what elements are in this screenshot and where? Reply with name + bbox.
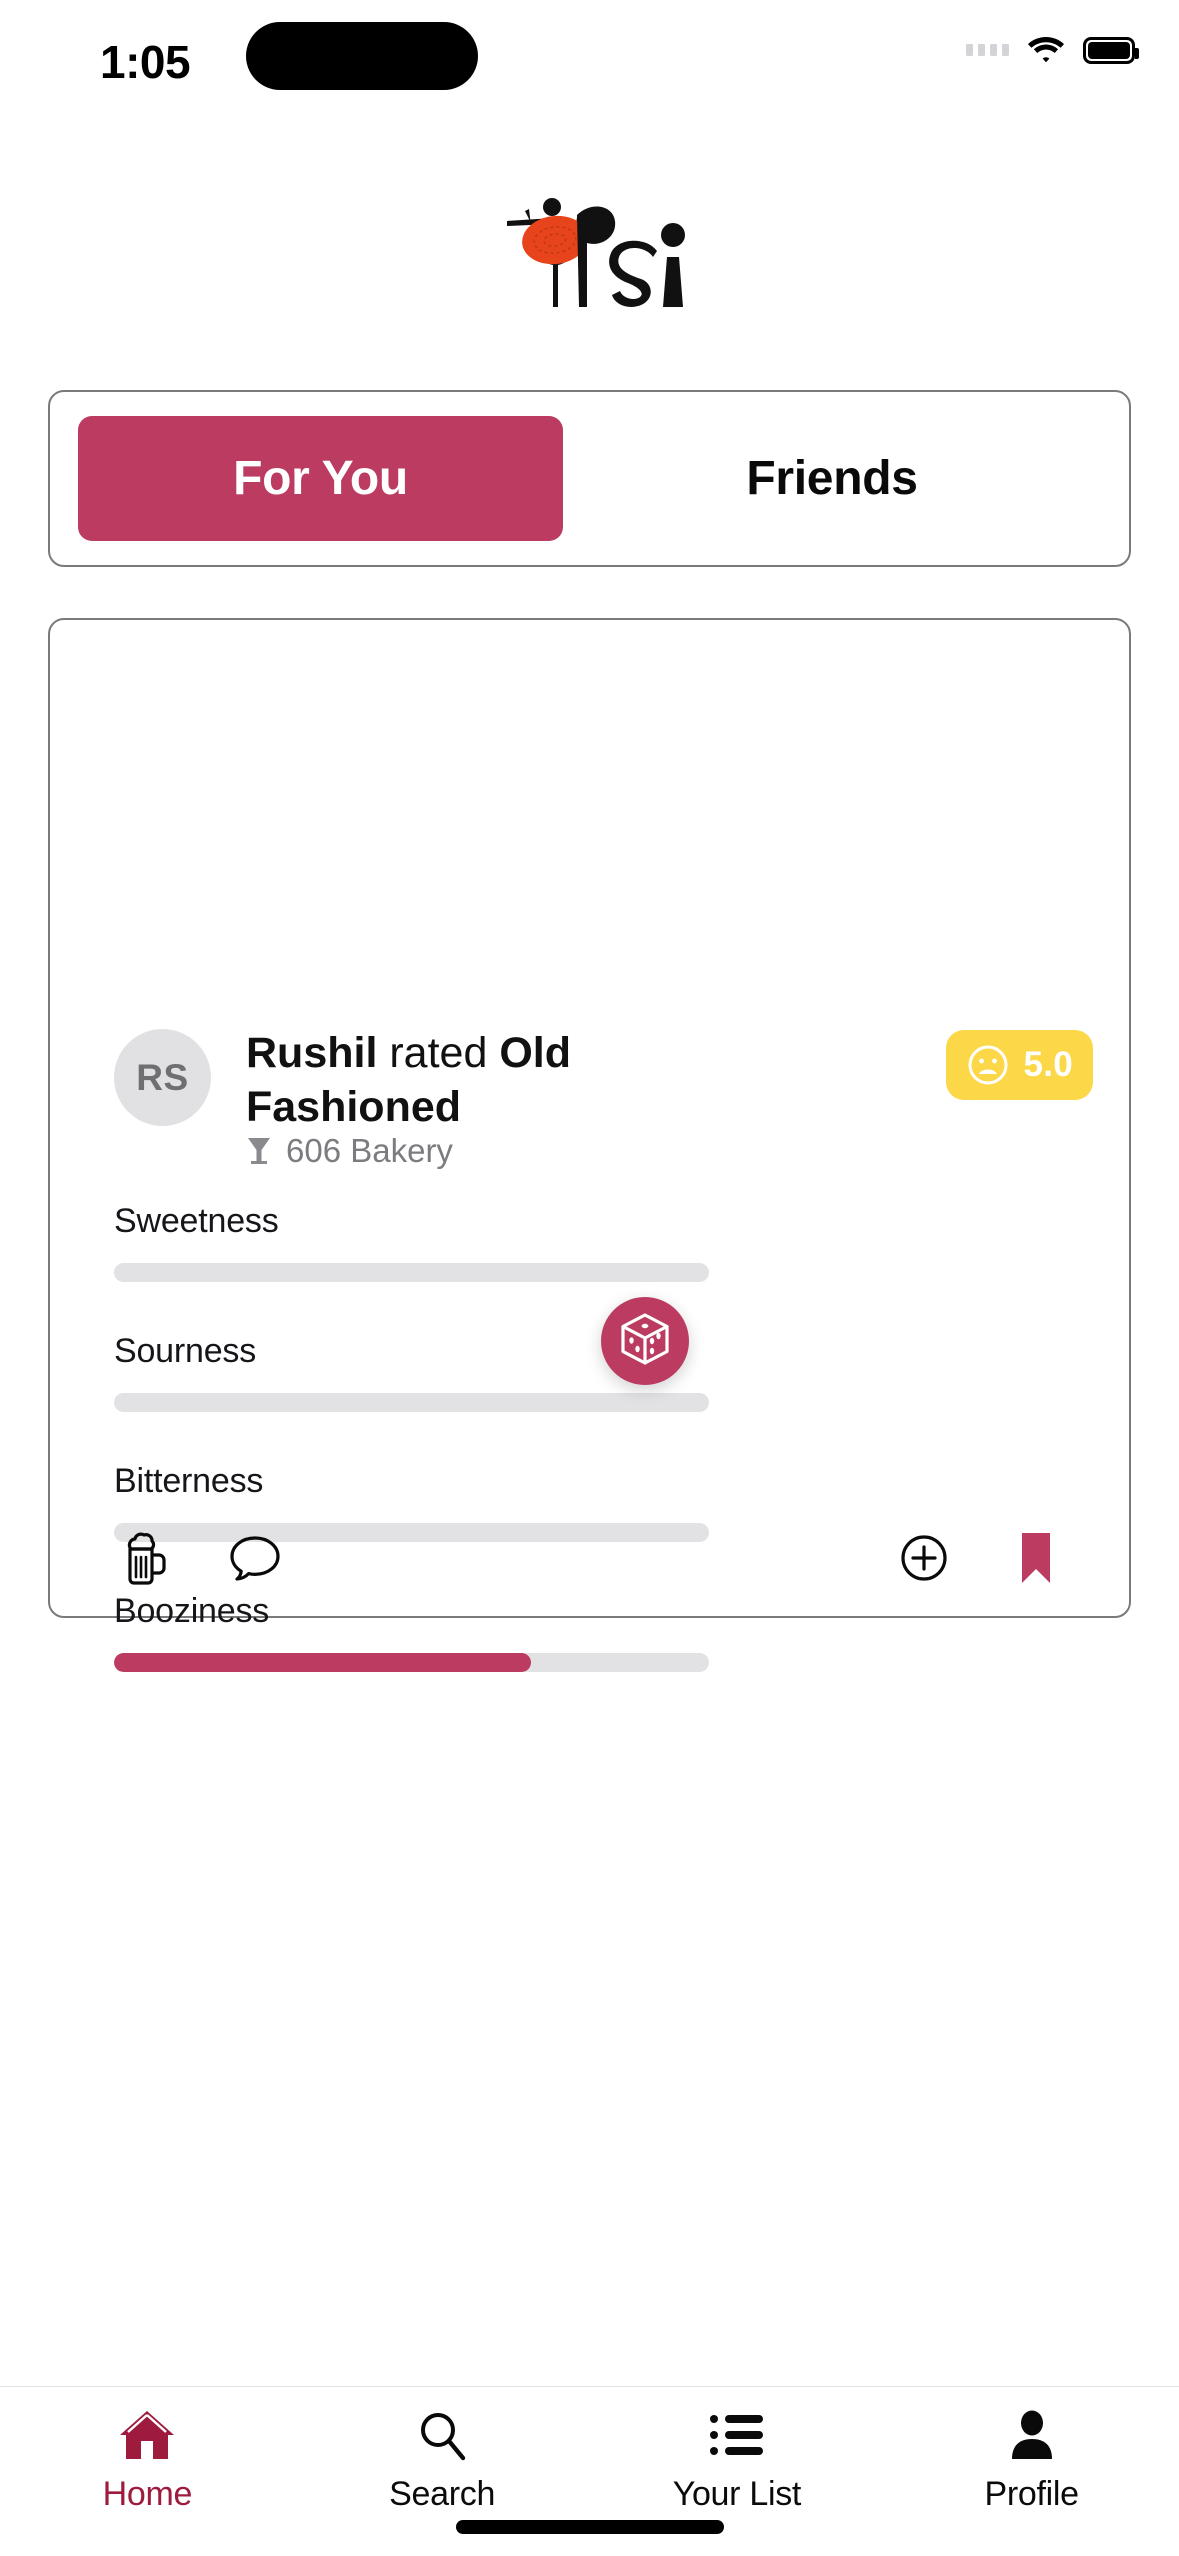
nav-label-search: Search bbox=[389, 2475, 495, 2514]
tab-for-you[interactable]: For You bbox=[78, 416, 563, 541]
attribute-row: Booziness bbox=[114, 1592, 709, 1672]
attribute-list: Sweetness Sourness Bitterness Booziness bbox=[114, 1202, 709, 1722]
list-icon bbox=[709, 2407, 765, 2463]
card-venue[interactable]: 606 Bakery bbox=[246, 1132, 453, 1170]
attribute-label: Sweetness bbox=[114, 1202, 709, 1241]
score-badge: 5.0 bbox=[946, 1030, 1093, 1100]
search-icon bbox=[415, 2407, 469, 2463]
feed-tab-bar: For You Friends bbox=[48, 390, 1131, 567]
battery-full-icon bbox=[1083, 37, 1135, 64]
nav-label-profile: Profile bbox=[984, 2475, 1078, 2514]
nav-item-your-list[interactable]: Your List bbox=[590, 2407, 885, 2514]
status-bar: 1:05 bbox=[0, 0, 1179, 135]
nav-label-your-list: Your List bbox=[673, 2475, 801, 2514]
nav-item-search[interactable]: Search bbox=[295, 2407, 590, 2514]
comment-button[interactable] bbox=[224, 1527, 286, 1589]
card-headline: Rushil rated Old Fashioned bbox=[246, 1026, 766, 1134]
nav-label-home: Home bbox=[103, 2475, 193, 2514]
nav-item-home[interactable]: Home bbox=[0, 2407, 295, 2514]
cheers-button[interactable] bbox=[112, 1527, 174, 1589]
attribute-track bbox=[114, 1653, 709, 1672]
attribute-fill bbox=[114, 1653, 531, 1672]
card-user-name[interactable]: Rushil bbox=[246, 1029, 377, 1077]
dynamic-island bbox=[246, 22, 478, 90]
attribute-track bbox=[114, 1263, 709, 1282]
app-logo bbox=[0, 190, 1179, 320]
signal-dots-icon bbox=[966, 44, 1009, 56]
frowning-face-icon bbox=[966, 1043, 1010, 1087]
home-indicator bbox=[456, 2520, 724, 2534]
score-value: 5.0 bbox=[1023, 1045, 1073, 1085]
wine-glass-icon bbox=[246, 1136, 272, 1166]
nav-item-profile[interactable]: Profile bbox=[884, 2407, 1179, 2514]
dice-icon bbox=[618, 1311, 672, 1372]
card-venue-name: 606 Bakery bbox=[286, 1132, 453, 1170]
attribute-track bbox=[114, 1393, 709, 1412]
person-icon bbox=[1006, 2407, 1058, 2463]
card-action-verb: rated bbox=[389, 1029, 487, 1077]
attribute-label: Bitterness bbox=[114, 1462, 709, 1501]
status-bar-indicators bbox=[966, 36, 1135, 64]
feed-card[interactable]: RS Rushil rated Old Fashioned 606 Bakery bbox=[48, 618, 1131, 1618]
tab-friends[interactable]: Friends bbox=[563, 416, 1101, 541]
avatar[interactable]: RS bbox=[114, 1029, 211, 1126]
add-button[interactable] bbox=[893, 1527, 955, 1589]
attribute-row: Sweetness bbox=[114, 1202, 709, 1282]
bookmark-button[interactable] bbox=[1005, 1527, 1067, 1589]
random-drink-fab[interactable] bbox=[601, 1297, 689, 1385]
status-bar-time: 1:05 bbox=[100, 35, 260, 89]
card-action-row bbox=[50, 1518, 1129, 1598]
wifi-icon bbox=[1027, 36, 1065, 64]
app-screen: 1:05 bbox=[0, 0, 1179, 2556]
home-icon bbox=[118, 2407, 176, 2463]
